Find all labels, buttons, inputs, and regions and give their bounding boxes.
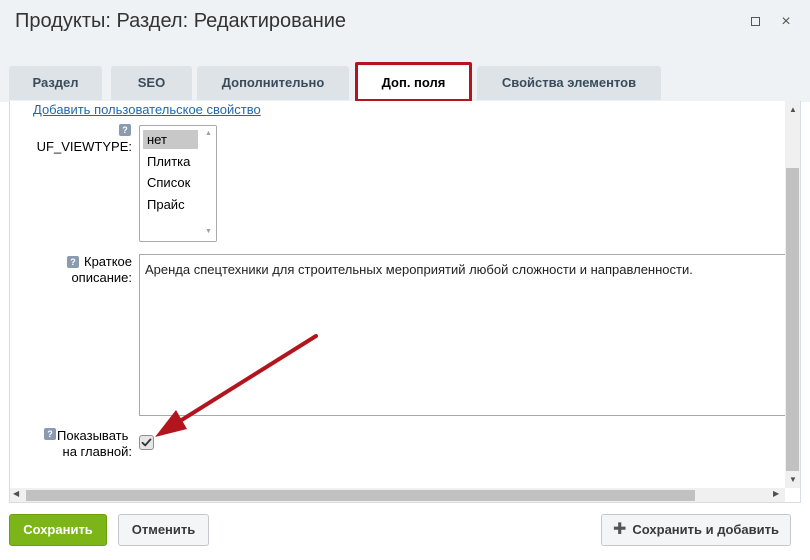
cancel-button[interactable]: Отменить <box>118 514 209 546</box>
plus-icon: ✚ <box>612 521 627 538</box>
vertical-scroll-thumb[interactable] <box>786 168 799 471</box>
save-and-add-button[interactable]: ✚ Сохранить и добавить <box>601 514 791 546</box>
vertical-scrollbar[interactable]: ▲ ▼ <box>785 101 800 488</box>
scroll-up-icon[interactable]: ▲ <box>789 105 797 114</box>
horizontal-scroll-thumb[interactable] <box>26 490 695 501</box>
annotation-arrow <box>155 334 318 437</box>
scroll-right-icon[interactable]: ▶ <box>773 489 779 498</box>
scroll-down-icon[interactable]: ▼ <box>789 475 797 484</box>
save-button[interactable]: Сохранить <box>9 514 107 546</box>
horizontal-scrollbar[interactable]: ◀ ▶ <box>10 488 785 502</box>
save-and-add-label: Сохранить и добавить <box>632 522 780 537</box>
scroll-left-icon[interactable]: ◀ <box>13 489 19 498</box>
